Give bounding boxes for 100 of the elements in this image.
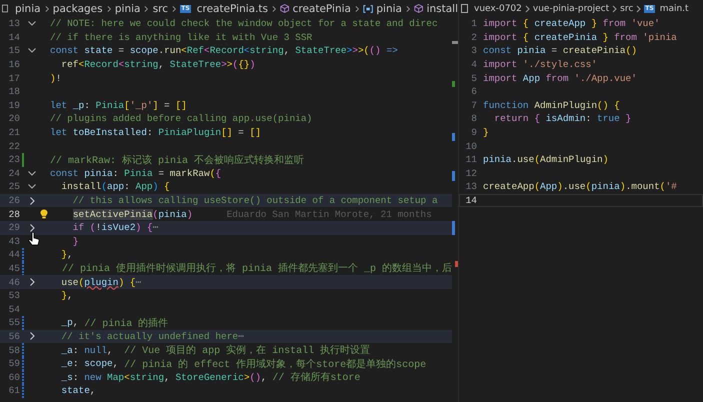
code-token: Record <box>210 45 244 56</box>
code-token: toBeInstalled <box>72 127 147 138</box>
code-token: from <box>613 32 638 43</box>
chevron-right-icon[interactable] <box>30 196 34 205</box>
breadcrumb-item[interactable]: pinia <box>14 2 41 14</box>
chevron-down-icon[interactable] <box>28 21 36 26</box>
line-number: 19 <box>8 100 20 111</box>
code-token: ! <box>56 72 62 84</box>
code-token: . <box>626 181 632 192</box>
code-token: _p <box>72 100 84 111</box>
chevron-icon <box>272 4 276 12</box>
code-token: state <box>84 45 113 56</box>
code-token: let <box>50 127 68 138</box>
code-comment: // this allows calling useStore() outside of a component setup a <box>72 195 438 206</box>
code-token: ( <box>210 168 216 179</box>
breadcrumb-item[interactable]: createPinia <box>292 2 351 14</box>
code-token: = <box>157 168 166 179</box>
code-token: use <box>517 154 534 166</box>
breadcrumb-item[interactable]: src <box>152 2 168 14</box>
code-token: _s <box>60 372 73 383</box>
code-token: import <box>483 59 518 70</box>
code-token: '_p' <box>130 100 153 111</box>
breadcrumb-item[interactable]: vue-pinia-project <box>532 4 610 14</box>
line-number: 16 <box>8 59 20 70</box>
code-token: _e <box>60 358 73 370</box>
code-token: . <box>562 181 569 192</box>
breadcrumb-item[interactable]: install <box>426 2 458 14</box>
code-token: . <box>512 154 518 166</box>
chevron-right-icon[interactable] <box>30 224 34 232</box>
breadcrumb-item[interactable]: packages <box>52 2 103 14</box>
line-number: 4 <box>470 59 477 70</box>
code-token: './App.vue' <box>574 72 637 84</box>
code-token: Pinia <box>124 168 153 179</box>
line-number: 59 <box>8 358 20 370</box>
chevron-icon <box>524 4 530 12</box>
code-token: StoreGeneric <box>175 372 244 383</box>
code-token: Map <box>107 372 124 383</box>
lightbulb-icon[interactable] <box>40 209 48 220</box>
line-number: 9 <box>470 127 477 138</box>
code-token: function <box>483 100 530 111</box>
code-token: { <box>215 168 222 179</box>
code-token: ( <box>534 154 540 166</box>
code-token: = <box>550 45 558 56</box>
code-token: import <box>483 32 518 43</box>
breadcrumb-item[interactable]: vuex-0702 <box>474 4 522 14</box>
code-token: scope <box>84 358 113 370</box>
code-token: Record <box>84 59 118 70</box>
code-token: : <box>586 113 592 124</box>
breadcrumb-item[interactable]: createPinia.ts <box>196 2 268 14</box>
code-token: ) <box>250 59 256 70</box>
breadcrumb-item[interactable]: pinia <box>114 2 140 14</box>
cube-icon <box>414 3 424 14</box>
code-token: , <box>284 45 291 56</box>
code-comment: // Vue 项目的 app 实例，在 install 执行时设置 <box>124 344 370 358</box>
code-token: , <box>67 249 73 260</box>
code-comment: // pinia 的 effect 作用域对象，每个store都是单独的scope <box>124 358 426 371</box>
code-token: } <box>626 113 632 124</box>
breadcrumb-item[interactable]: pinia <box>376 2 402 14</box>
code-token: () <box>597 100 608 111</box>
code-token: string <box>250 45 284 56</box>
fold-ellipsis: ⋯ <box>238 330 244 342</box>
code-token: run <box>164 45 182 56</box>
line-number: 7 <box>470 100 477 111</box>
code-token: ] <box>152 100 158 111</box>
chevron-icon <box>44 4 49 12</box>
code-token: : <box>72 372 80 383</box>
line-number: 2 <box>470 32 477 43</box>
code-token: } <box>72 236 79 247</box>
breadcrumb-item[interactable]: src <box>620 4 634 14</box>
line-number: 21 <box>8 127 20 138</box>
code-token: < <box>78 59 84 70</box>
code-token: install <box>60 181 102 192</box>
code-comment: // 存储所有store <box>272 370 360 384</box>
code-token: const <box>483 45 513 56</box>
breadcrumb-item[interactable]: main.t <box>660 4 689 14</box>
code-token: 'pinia <box>642 32 677 43</box>
code-token: ) <box>50 72 56 84</box>
code-token: ) <box>186 208 193 220</box>
hand-pointer-icon <box>28 232 40 246</box>
code-token: > <box>221 59 227 70</box>
code-token: import <box>483 72 518 84</box>
code-token: true <box>597 113 621 124</box>
code-token: > <box>346 45 352 56</box>
line-number: 60 <box>8 372 20 383</box>
line-number: 44 <box>8 249 20 260</box>
chevron-icon <box>144 4 149 12</box>
code-token: ) <box>152 181 158 192</box>
code-token: { <box>613 100 620 111</box>
chevron-right-icon[interactable] <box>30 332 34 340</box>
line-number: 26 <box>8 195 20 206</box>
code-token: , <box>112 358 120 370</box>
chevron-right-icon[interactable] <box>30 278 34 286</box>
code-token: './style.css' <box>522 59 598 70</box>
code-token: scope <box>130 45 158 56</box>
line-number: 6 <box>470 86 477 98</box>
chevron-down-icon[interactable] <box>28 48 36 54</box>
code-token: setActivePinia <box>72 208 153 220</box>
code-comment: // plugins added before calling app.use(pinia) <box>50 113 312 124</box>
code-token: ) <box>136 222 142 234</box>
line-number: 13 <box>464 181 477 192</box>
